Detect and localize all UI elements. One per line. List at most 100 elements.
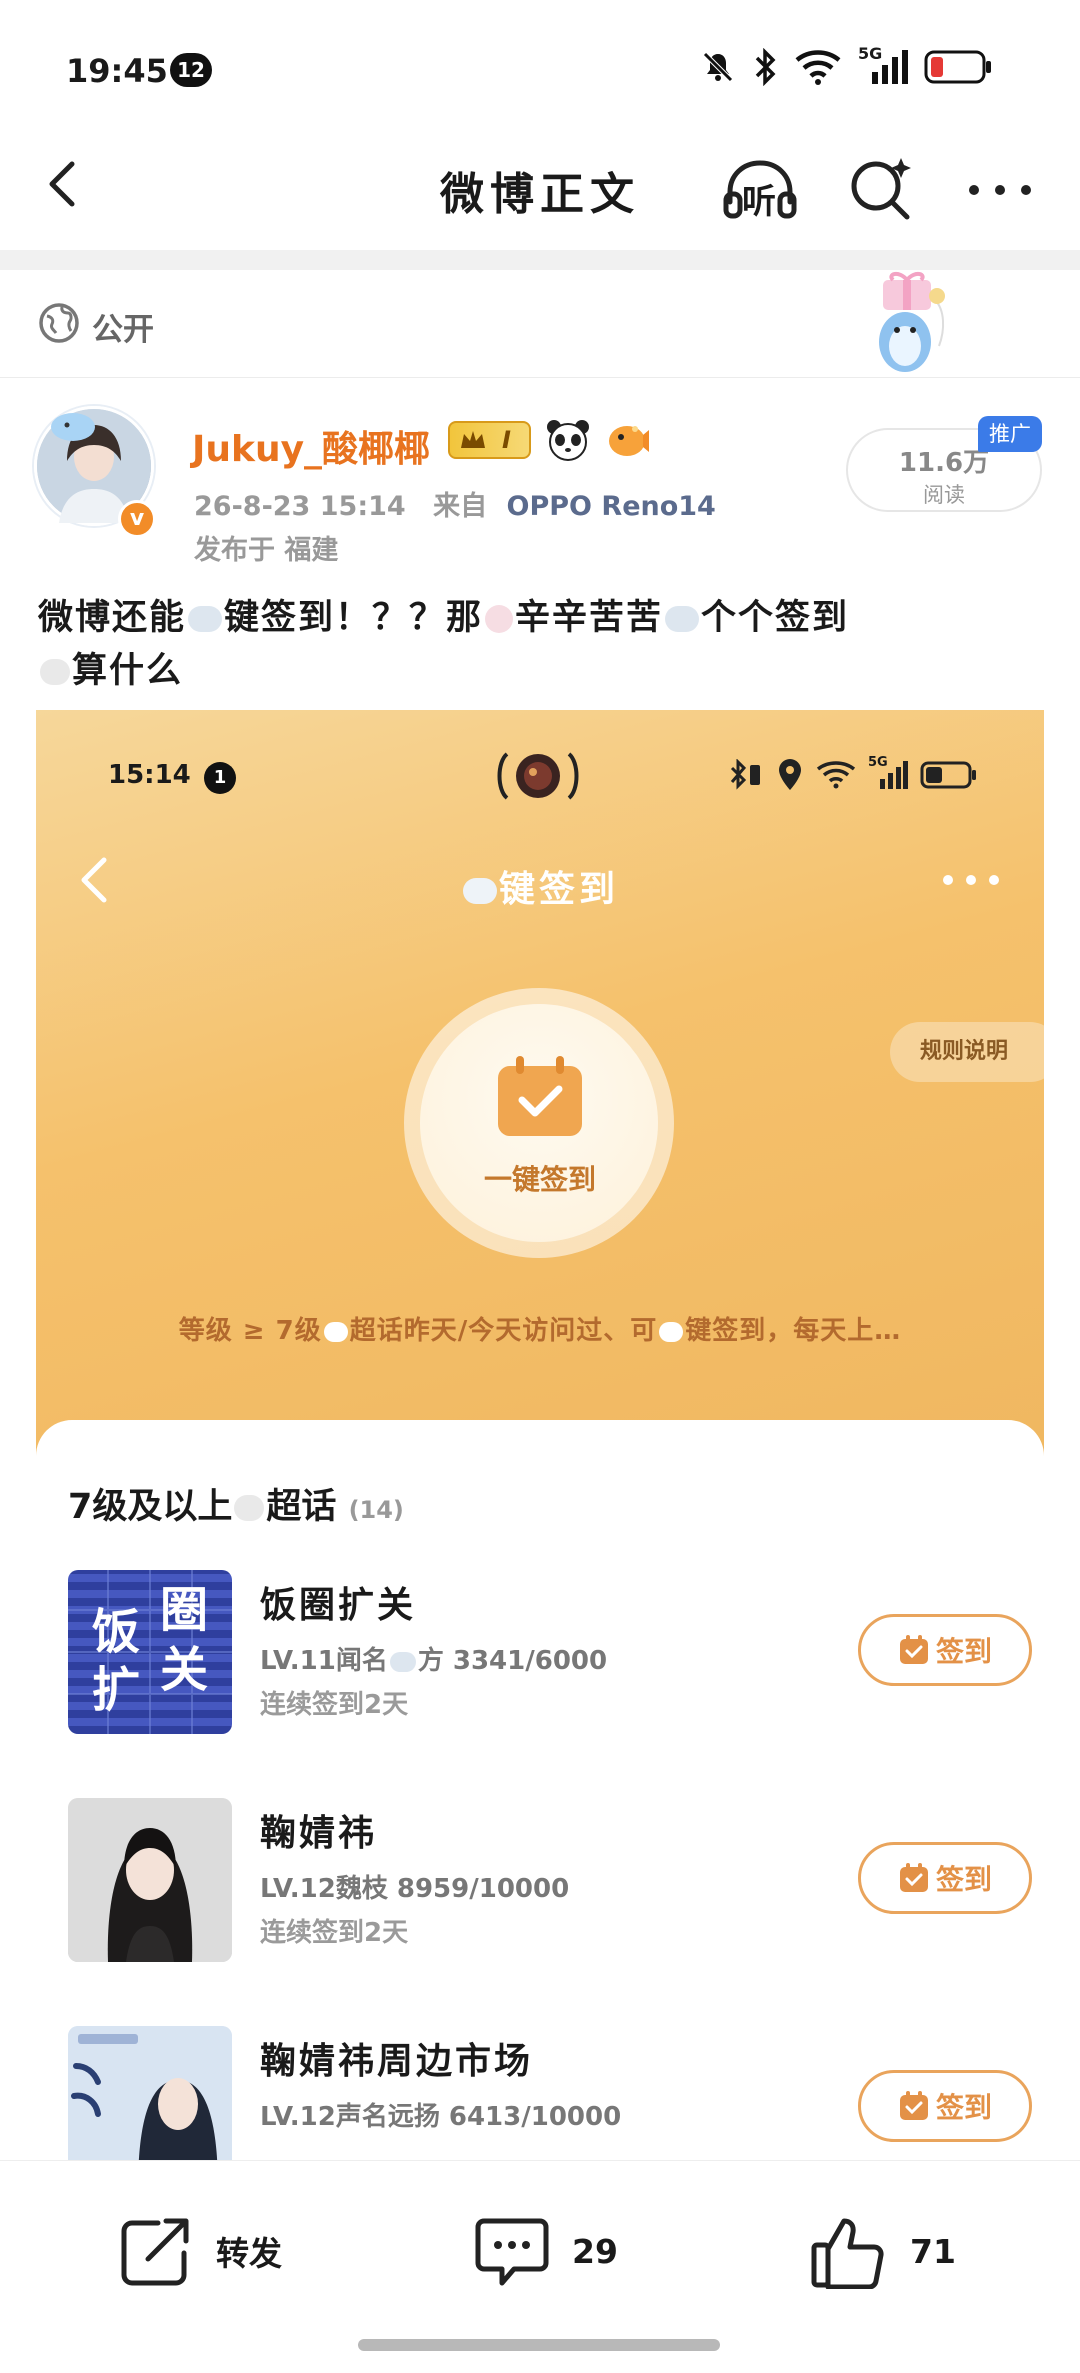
one-click-sign-label: 一键签到	[483, 1163, 596, 1196]
globe-icon	[39, 303, 79, 343]
post-text-seg: 键签到！？？那	[224, 598, 484, 638]
post-text-seg: 个个签到	[701, 598, 850, 638]
ai-search-button[interactable]	[845, 152, 917, 224]
like-button[interactable]: 71	[810, 2211, 956, 2291]
embed-status-icons: 5G	[728, 755, 978, 792]
embed-page-title: 键签到	[36, 860, 1044, 912]
status-time: 19:45	[66, 52, 168, 90]
views-label: 阅读	[923, 483, 965, 507]
pufferfish-icon[interactable]	[605, 419, 651, 461]
notification-count-badge: 12	[170, 53, 212, 87]
desc-seg: 超话昨天/今天访问过、可	[349, 1316, 658, 1346]
comment-button[interactable]: 29	[474, 2211, 618, 2291]
paw-emoji-icon	[40, 659, 70, 685]
topic-name: 饭圈扩关	[260, 1585, 417, 1626]
post-meta: 26-8-23 15:14 来自 OPPO Reno14	[194, 484, 716, 523]
topic-cover	[68, 1798, 232, 1962]
calendar-check-icon	[899, 2091, 928, 2120]
calendar-check-icon	[899, 1635, 928, 1664]
camera-island-icon	[497, 752, 579, 800]
visibility-label: 公开	[92, 312, 154, 348]
topic-streak: 连续签到2天	[260, 1918, 409, 1948]
topic-list-title: 7级及以上 超话 (14)	[68, 1478, 404, 1529]
list-title-text: 7级及以上	[68, 1487, 233, 1527]
embed-wifi-icon	[816, 761, 856, 789]
desc-seg: 等级 ≥ 7级	[178, 1316, 322, 1346]
topic-sign-button: 签到	[858, 1842, 1032, 1914]
post-text-seg: 算什么	[72, 651, 184, 691]
embed-battery-icon	[920, 761, 976, 789]
page-title: 微博正文	[440, 169, 640, 220]
mute-icon	[703, 52, 733, 82]
topic-name: 鞠婧祎	[260, 1813, 378, 1854]
portrait-image	[68, 1798, 232, 1962]
paw-emoji-icon	[323, 1321, 348, 1342]
listen-label: 听	[742, 182, 776, 222]
cloud-emoji-icon	[389, 1651, 416, 1672]
comment-count: 29	[572, 2231, 618, 2271]
topic-level: LV.11闻名方 3341/6000	[260, 1640, 607, 1677]
post-timestamp: 26-8-23 15:14	[194, 491, 406, 522]
topic-level-suffix: 方 3341/6000	[417, 1646, 608, 1676]
signin-description: 等级 ≥ 7级 超话昨天/今天访问过、可 键签到，每天上…	[36, 1310, 1044, 1347]
more-dots-icon	[969, 185, 1031, 195]
repost-button[interactable]: 转发	[118, 2211, 282, 2291]
sign-button-label: 签到	[935, 2091, 992, 2124]
embed-title-text: 键签到	[498, 869, 619, 910]
promote-tag[interactable]: 推广	[978, 416, 1042, 452]
topic-sign-button: 签到	[858, 2070, 1032, 2142]
home-indicator[interactable]	[358, 2339, 720, 2351]
bluetooth-vibrate-icon	[730, 759, 760, 790]
post-text-seg: 辛辛苦苦	[515, 598, 664, 638]
topic-level: LV.12魏枝 8959/10000	[260, 1874, 570, 1904]
embed-notification-badge: 1	[204, 762, 236, 794]
sign-button-label: 签到	[935, 1635, 992, 1668]
topic-streak: 连续签到2天	[260, 1690, 409, 1720]
listen-button[interactable]: 听	[720, 150, 800, 230]
location-icon	[779, 759, 801, 790]
author-badges: I	[448, 418, 651, 462]
author-name[interactable]: Jukuy_酸椰椰	[192, 420, 430, 472]
topic-list-card: 7级及以上 超话 (14) 饭 圈 扩 关 饭圈扩关 LV.11闻名方 3341/…	[36, 1420, 1044, 2160]
search-sparkle-icon	[851, 158, 911, 220]
topic-sign-button: 签到	[858, 1614, 1032, 1686]
post-device[interactable]: OPPO Reno14	[507, 491, 716, 522]
bottom-action-bar: 转发 29 71	[0, 2160, 1080, 2373]
topic-item: 鞠婧祎周边市场 LV.12声名远扬 6413/10000 签到	[68, 2026, 1032, 2160]
topic-item: 鞠婧祎 LV.12魏枝 8959/10000 连续签到2天 签到	[68, 1798, 1032, 1968]
desc-seg: 键签到，每天上…	[685, 1316, 902, 1346]
section-divider	[0, 250, 1080, 270]
rules-button: 规则说明	[890, 1022, 1044, 1082]
header-bar: 微博正文 听	[0, 130, 1080, 250]
cover-char: 扩	[92, 1662, 141, 1718]
cloud-emoji-icon	[462, 878, 497, 904]
sign-button-label: 签到	[935, 1863, 992, 1896]
status-icons: 5G	[700, 44, 992, 86]
gift-mascot-icon[interactable]	[855, 270, 965, 378]
thumbs-up-icon	[811, 2218, 884, 2289]
topic-name: 鞠婧祎周边市场	[260, 2041, 534, 2082]
cloud-emoji-icon	[665, 606, 700, 632]
post-text-seg: 微博还能	[38, 598, 187, 638]
more-button[interactable]	[960, 160, 1040, 220]
crown-icon	[461, 431, 485, 448]
wifi-icon	[795, 50, 841, 85]
signin-page-header: 15:14 1 5G 键签到 规则说明 一键签到 等级 ≥ 7级 超话昨天/今天访…	[36, 710, 1044, 1470]
calendar-check-icon	[498, 1056, 582, 1136]
embed-signal-icon: 5G	[868, 755, 908, 791]
post-image[interactable]: 15:14 1 5G 键签到 规则说明 一键签到 等级 ≥ 7级 超话昨天/今天访…	[36, 710, 1044, 2160]
cloud-emoji-icon	[659, 1321, 684, 1342]
bluetooth-icon	[755, 48, 776, 86]
poster-image	[68, 2026, 232, 2160]
topic-cover: 饭 圈 扩 关	[68, 1570, 232, 1734]
post-text: 微博还能 键签到！？？那 辛辛苦苦 个个签到算什么	[38, 592, 1048, 698]
topic-cover	[68, 2026, 232, 2160]
verified-badge: v	[118, 500, 156, 538]
like-count: 71	[910, 2231, 956, 2271]
panda-icon[interactable]	[545, 418, 591, 462]
member-level-badge[interactable]: I	[448, 421, 531, 459]
visibility-row: 公开	[0, 270, 1080, 378]
member-level-text: I	[502, 426, 511, 454]
topic-level: LV.12声名远扬 6413/10000	[260, 2102, 622, 2132]
post-location: 发布于 福建	[194, 535, 339, 566]
